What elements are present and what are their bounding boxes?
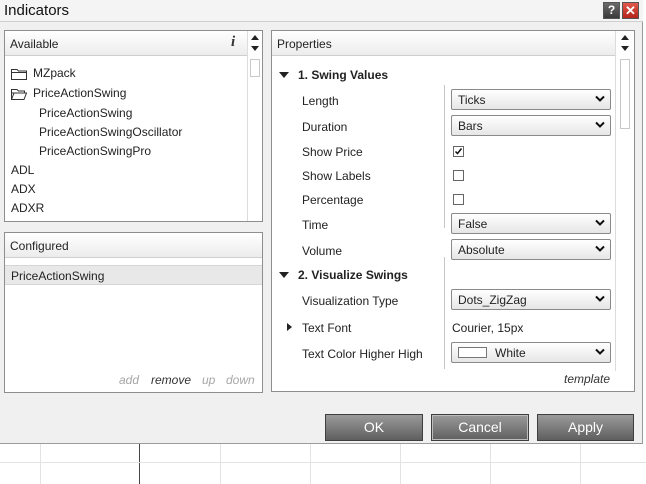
column-divider xyxy=(444,85,445,228)
chevron-down-icon xyxy=(595,348,605,355)
properties-scrollbar[interactable] xyxy=(615,31,634,371)
available-panel: Available i MZpack PriceActionSwing Pric… xyxy=(4,30,263,222)
chevron-down-icon xyxy=(595,121,605,128)
configured-panel: Configured PriceActionSwing add remove u… xyxy=(4,232,263,393)
visualization-type-select[interactable]: Dots_ZigZag xyxy=(451,289,611,310)
duration-select[interactable]: Bars xyxy=(451,115,611,136)
chevron-down-icon xyxy=(595,295,605,302)
scroll-up-icon[interactable] xyxy=(621,35,629,40)
property-grid: 1. Swing Values Length Ticks Duration Ba… xyxy=(272,57,615,371)
text-font-value[interactable]: Courier, 15px xyxy=(452,321,523,335)
scroll-down-icon[interactable] xyxy=(621,46,629,51)
remove-link[interactable]: remove xyxy=(151,373,191,387)
show-price-label: Show Price xyxy=(302,145,363,159)
chevron-down-icon xyxy=(595,95,605,102)
folder-icon xyxy=(11,69,27,80)
properties-title: Properties xyxy=(277,37,332,51)
text-color-higher-high-label: Text Color Higher High xyxy=(302,347,423,361)
list-item-adx[interactable]: ADX xyxy=(11,180,36,199)
time-select[interactable]: False xyxy=(451,213,611,234)
scroll-up-icon[interactable] xyxy=(251,35,259,40)
list-item-adxr[interactable]: ADXR xyxy=(11,199,44,218)
available-title: Available xyxy=(10,37,59,51)
duration-label: Duration xyxy=(302,120,348,134)
up-link[interactable]: up xyxy=(202,373,215,387)
volume-select[interactable]: Absolute xyxy=(451,239,611,260)
visualization-type-label: Visualization Type xyxy=(302,294,399,308)
expand-text-font-icon[interactable] xyxy=(287,323,292,331)
window-title: Indicators xyxy=(4,2,70,19)
time-label: Time xyxy=(302,218,329,232)
scroll-thumb[interactable] xyxy=(250,59,260,77)
checkmark-icon xyxy=(454,148,463,155)
color-swatch xyxy=(458,347,487,358)
folder-open-icon xyxy=(11,89,27,100)
text-color-higher-high-select[interactable]: White xyxy=(451,342,611,363)
collapse-section-icon[interactable] xyxy=(279,72,289,78)
show-labels-label: Show Labels xyxy=(302,169,371,183)
volume-label: Volume xyxy=(302,244,343,258)
list-item-priceactionswingoscillator[interactable]: PriceActionSwingOscillator xyxy=(39,123,182,142)
chevron-down-icon xyxy=(595,219,605,226)
percentage-label: Percentage xyxy=(302,193,364,207)
available-scrollbar[interactable] xyxy=(247,31,262,221)
percentage-checkbox[interactable] xyxy=(453,194,464,205)
available-header: Available i xyxy=(5,31,262,56)
info-icon[interactable]: i xyxy=(231,34,235,51)
indicators-dialog: Indicators ? ✕ Available i MZpack PriceA… xyxy=(0,0,643,444)
section-swing-values[interactable]: 1. Swing Values xyxy=(298,68,388,82)
scroll-down-icon[interactable] xyxy=(251,46,259,51)
template-link[interactable]: template xyxy=(564,372,610,386)
cancel-button[interactable]: Cancel xyxy=(431,414,529,441)
title-bar: Indicators ? ✕ xyxy=(0,0,643,22)
configured-header: Configured xyxy=(5,233,262,258)
chevron-down-icon xyxy=(595,245,605,252)
close-button[interactable]: ✕ xyxy=(622,2,639,19)
down-link[interactable]: down xyxy=(226,373,255,387)
show-price-checkbox[interactable] xyxy=(453,146,464,157)
text-font-label: Text Font xyxy=(302,321,352,335)
list-item-priceactionswingpro[interactable]: PriceActionSwingPro xyxy=(39,142,151,161)
configured-item-priceactionswing[interactable]: PriceActionSwing xyxy=(5,265,262,285)
collapse-section-icon[interactable] xyxy=(279,272,289,278)
column-divider xyxy=(444,257,445,369)
length-label: Length xyxy=(302,94,339,108)
list-item-priceactionswing[interactable]: PriceActionSwing xyxy=(39,104,132,123)
scroll-thumb[interactable] xyxy=(620,59,630,129)
properties-header: Properties xyxy=(272,31,615,56)
length-select[interactable]: Ticks xyxy=(451,89,611,110)
apply-button[interactable]: Apply xyxy=(537,414,634,441)
configured-title: Configured xyxy=(10,239,69,253)
help-button[interactable]: ? xyxy=(603,2,620,19)
ok-button[interactable]: OK xyxy=(325,414,423,441)
add-link[interactable]: add xyxy=(119,373,139,387)
properties-panel: Properties 1. Swing Values Length Ticks … xyxy=(271,30,635,392)
section-visualize-swings[interactable]: 2. Visualize Swings xyxy=(298,268,408,282)
show-labels-checkbox[interactable] xyxy=(453,170,464,181)
list-item-adl[interactable]: ADL xyxy=(11,161,34,180)
